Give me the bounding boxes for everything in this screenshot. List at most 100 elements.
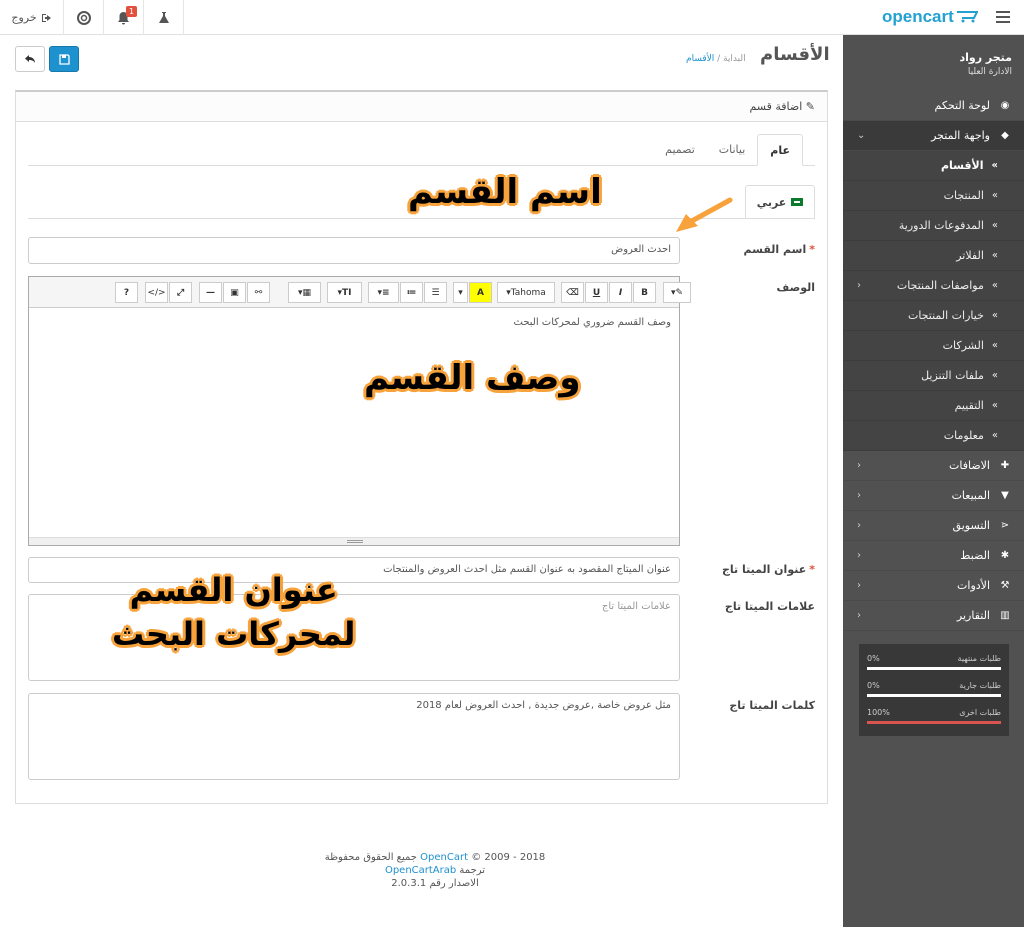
save-icon bbox=[58, 53, 70, 65]
resize-handle[interactable] bbox=[29, 537, 679, 545]
ordered-list-icon[interactable]: ≔ bbox=[400, 282, 423, 303]
sidebar-item-reports[interactable]: ▥ التقارير ‹ bbox=[843, 601, 1024, 631]
annotation-meta: عنوان القسم لمحركات البحث bbox=[112, 568, 355, 656]
double-chevron-icon: » bbox=[991, 310, 998, 321]
pencil-icon: ✎ bbox=[805, 100, 815, 113]
sidebar: متجر رواد الادارة العليا ◉ لوحة التحكم ◆ و… bbox=[843, 35, 1024, 927]
sidebar-item-marketing[interactable]: ⋖ التسويق ‹ bbox=[843, 511, 1024, 541]
sidebar-sub-recurring[interactable]: » المدفوعات الدورية bbox=[843, 211, 1024, 241]
fullscreen-icon[interactable]: ⤢ bbox=[169, 282, 192, 303]
sidebar-item-extensions[interactable]: ✚ الاضافات ‹ bbox=[843, 451, 1024, 481]
stat-processing: طلبات جارية 0% bbox=[867, 681, 1001, 708]
sign-out-icon bbox=[41, 13, 51, 22]
breadcrumb-separator: / bbox=[717, 54, 721, 64]
horizontal-rule-icon[interactable]: — bbox=[199, 282, 222, 303]
life-ring-icon bbox=[76, 10, 91, 25]
double-chevron-icon: » bbox=[991, 430, 998, 441]
bold-button[interactable]: B bbox=[633, 282, 656, 303]
flag-icon bbox=[791, 198, 804, 206]
footer-opencartarab-link[interactable]: OpenCartArab bbox=[385, 865, 456, 876]
eraser-icon[interactable]: ⌫ bbox=[561, 282, 584, 303]
logout-label: خروج bbox=[11, 11, 37, 24]
text-color-button[interactable]: A bbox=[469, 282, 492, 303]
description-editor[interactable]: ▾✎ B I U ⌫ ▾ Tahoma A ▾ ☰ ≔ ▾≡ ▾TI ▾▦ ⚯ … bbox=[28, 276, 691, 546]
paragraph-align-icon[interactable]: ▾≡ bbox=[368, 282, 399, 303]
back-button[interactable] bbox=[15, 46, 45, 72]
sidebar-sub-categories[interactable]: » الأقسام bbox=[843, 151, 1024, 181]
double-chevron-icon: » bbox=[991, 220, 998, 231]
color-dropdown-icon[interactable]: ▾ bbox=[453, 282, 468, 303]
sidebar-sub-label: معلومات bbox=[943, 429, 984, 442]
link-icon[interactable]: ⚯ bbox=[247, 282, 270, 303]
sidebar-sub-products[interactable]: » المنتجات bbox=[843, 181, 1024, 211]
sidebar-sub-label: التقييم bbox=[954, 399, 984, 412]
code-view-icon[interactable]: </> bbox=[145, 282, 168, 303]
sidebar-sub-information[interactable]: » معلومات bbox=[843, 421, 1024, 451]
gear-icon: ✱ bbox=[1000, 550, 1010, 561]
lab-button[interactable] bbox=[144, 0, 184, 35]
sidebar-item-dashboard[interactable]: ◉ لوحة التحكم bbox=[843, 91, 1024, 121]
cart-icon: ▼ bbox=[1001, 490, 1009, 501]
sidebar-sub-downloads[interactable]: » ملفات التنزيل bbox=[843, 361, 1024, 391]
magic-button[interactable]: ▾✎ bbox=[663, 282, 691, 303]
sidebar-item-sales[interactable]: ▼ المبيعات ‹ bbox=[843, 481, 1024, 511]
store-name: متجر رواد bbox=[959, 51, 1013, 64]
italic-button[interactable]: I bbox=[609, 282, 632, 303]
puzzle-icon: ✚ bbox=[1000, 460, 1010, 471]
sidebar-sub-options[interactable]: » خيارات المنتجات bbox=[843, 301, 1024, 331]
tab-design[interactable]: تصميم bbox=[653, 134, 707, 166]
footer-line2: ترجمة OpenCartArab bbox=[384, 865, 486, 876]
sidebar-item-label: التسويق bbox=[952, 519, 990, 532]
menu-toggle-icon[interactable] bbox=[996, 11, 1010, 23]
sidebar-sub-label: الشركات bbox=[942, 339, 984, 352]
sidebar-item-tools[interactable]: ⚒ الأدوات ‹ bbox=[843, 571, 1024, 601]
stat-label: طلبات منتهية bbox=[957, 654, 1001, 663]
panel-title: اضافة قسم bbox=[749, 100, 803, 113]
sidebar-sub-attributes[interactable]: » مواصفات المنتجات ‹ bbox=[843, 271, 1024, 301]
tab-data[interactable]: بيانات bbox=[707, 134, 758, 166]
sidebar-sub-manufacturers[interactable]: » الشركات bbox=[843, 331, 1024, 361]
font-family-select[interactable]: ▾ Tahoma bbox=[497, 282, 555, 303]
category-name-input[interactable]: احدث العروض bbox=[28, 237, 680, 264]
share-icon: ⋖ bbox=[1000, 520, 1010, 531]
top-header: خروج 1 opencart bbox=[0, 0, 1024, 35]
notifications-button[interactable]: 1 bbox=[104, 0, 144, 35]
stat-bar bbox=[867, 721, 1001, 724]
sidebar-item-label: الاضافات bbox=[949, 459, 990, 472]
sidebar-sub-filters[interactable]: » الفلاتر bbox=[843, 241, 1024, 271]
tab-general[interactable]: عام bbox=[757, 134, 803, 166]
breadcrumb-current[interactable]: الأقسام bbox=[686, 54, 714, 64]
stat-label: طلبات جارية bbox=[959, 681, 1001, 690]
stat-bar bbox=[867, 667, 1001, 670]
unordered-list-icon[interactable]: ☰ bbox=[424, 282, 447, 303]
stat-percent: 0% bbox=[867, 681, 880, 690]
table-icon[interactable]: ▾▦ bbox=[288, 282, 321, 303]
line-height-icon[interactable]: ▾TI bbox=[327, 282, 362, 303]
flask-icon bbox=[158, 12, 169, 23]
help-icon[interactable]: ? bbox=[115, 282, 138, 303]
annotation-name: اسم القسم bbox=[408, 172, 602, 212]
opencart-logo[interactable]: opencart bbox=[882, 7, 978, 27]
dashboard-icon: ◉ bbox=[1000, 100, 1010, 111]
sidebar-item-settings[interactable]: ✱ الضبط ‹ bbox=[843, 541, 1024, 571]
image-icon[interactable]: ▣ bbox=[223, 282, 246, 303]
page-title: الأقسام bbox=[760, 44, 830, 65]
sidebar-sub-reviews[interactable]: » التقييم bbox=[843, 391, 1024, 421]
logout-button[interactable]: خروج bbox=[0, 0, 64, 35]
sidebar-item-catalog[interactable]: ◆ واجهة المتجر ⌄ bbox=[843, 121, 1024, 151]
profile: متجر رواد الادارة العليا bbox=[843, 35, 1024, 91]
double-chevron-icon: » bbox=[991, 280, 998, 291]
breadcrumb-home[interactable]: البداية bbox=[723, 54, 746, 64]
footer-opencart-link[interactable]: OpenCart bbox=[420, 852, 468, 863]
notification-badge: 1 bbox=[126, 6, 138, 17]
chevron-left-icon: ‹ bbox=[857, 550, 861, 561]
help-button[interactable] bbox=[64, 0, 104, 35]
language-tab-arabic[interactable]: عربي bbox=[745, 185, 815, 218]
breadcrumb: البداية / الأقسام bbox=[686, 54, 746, 64]
description-content[interactable]: وصف القسم ضروري لمحركات البحث bbox=[29, 308, 679, 337]
underline-button[interactable]: U bbox=[585, 282, 608, 303]
tab-bar: عام بيانات تصميم bbox=[28, 134, 815, 166]
sidebar-item-label: التقارير bbox=[956, 609, 990, 622]
save-button[interactable] bbox=[49, 46, 79, 72]
meta-keywords-textarea[interactable]: مثل عروض خاصة ,عروض جديدة , احدث العروض … bbox=[28, 693, 680, 780]
